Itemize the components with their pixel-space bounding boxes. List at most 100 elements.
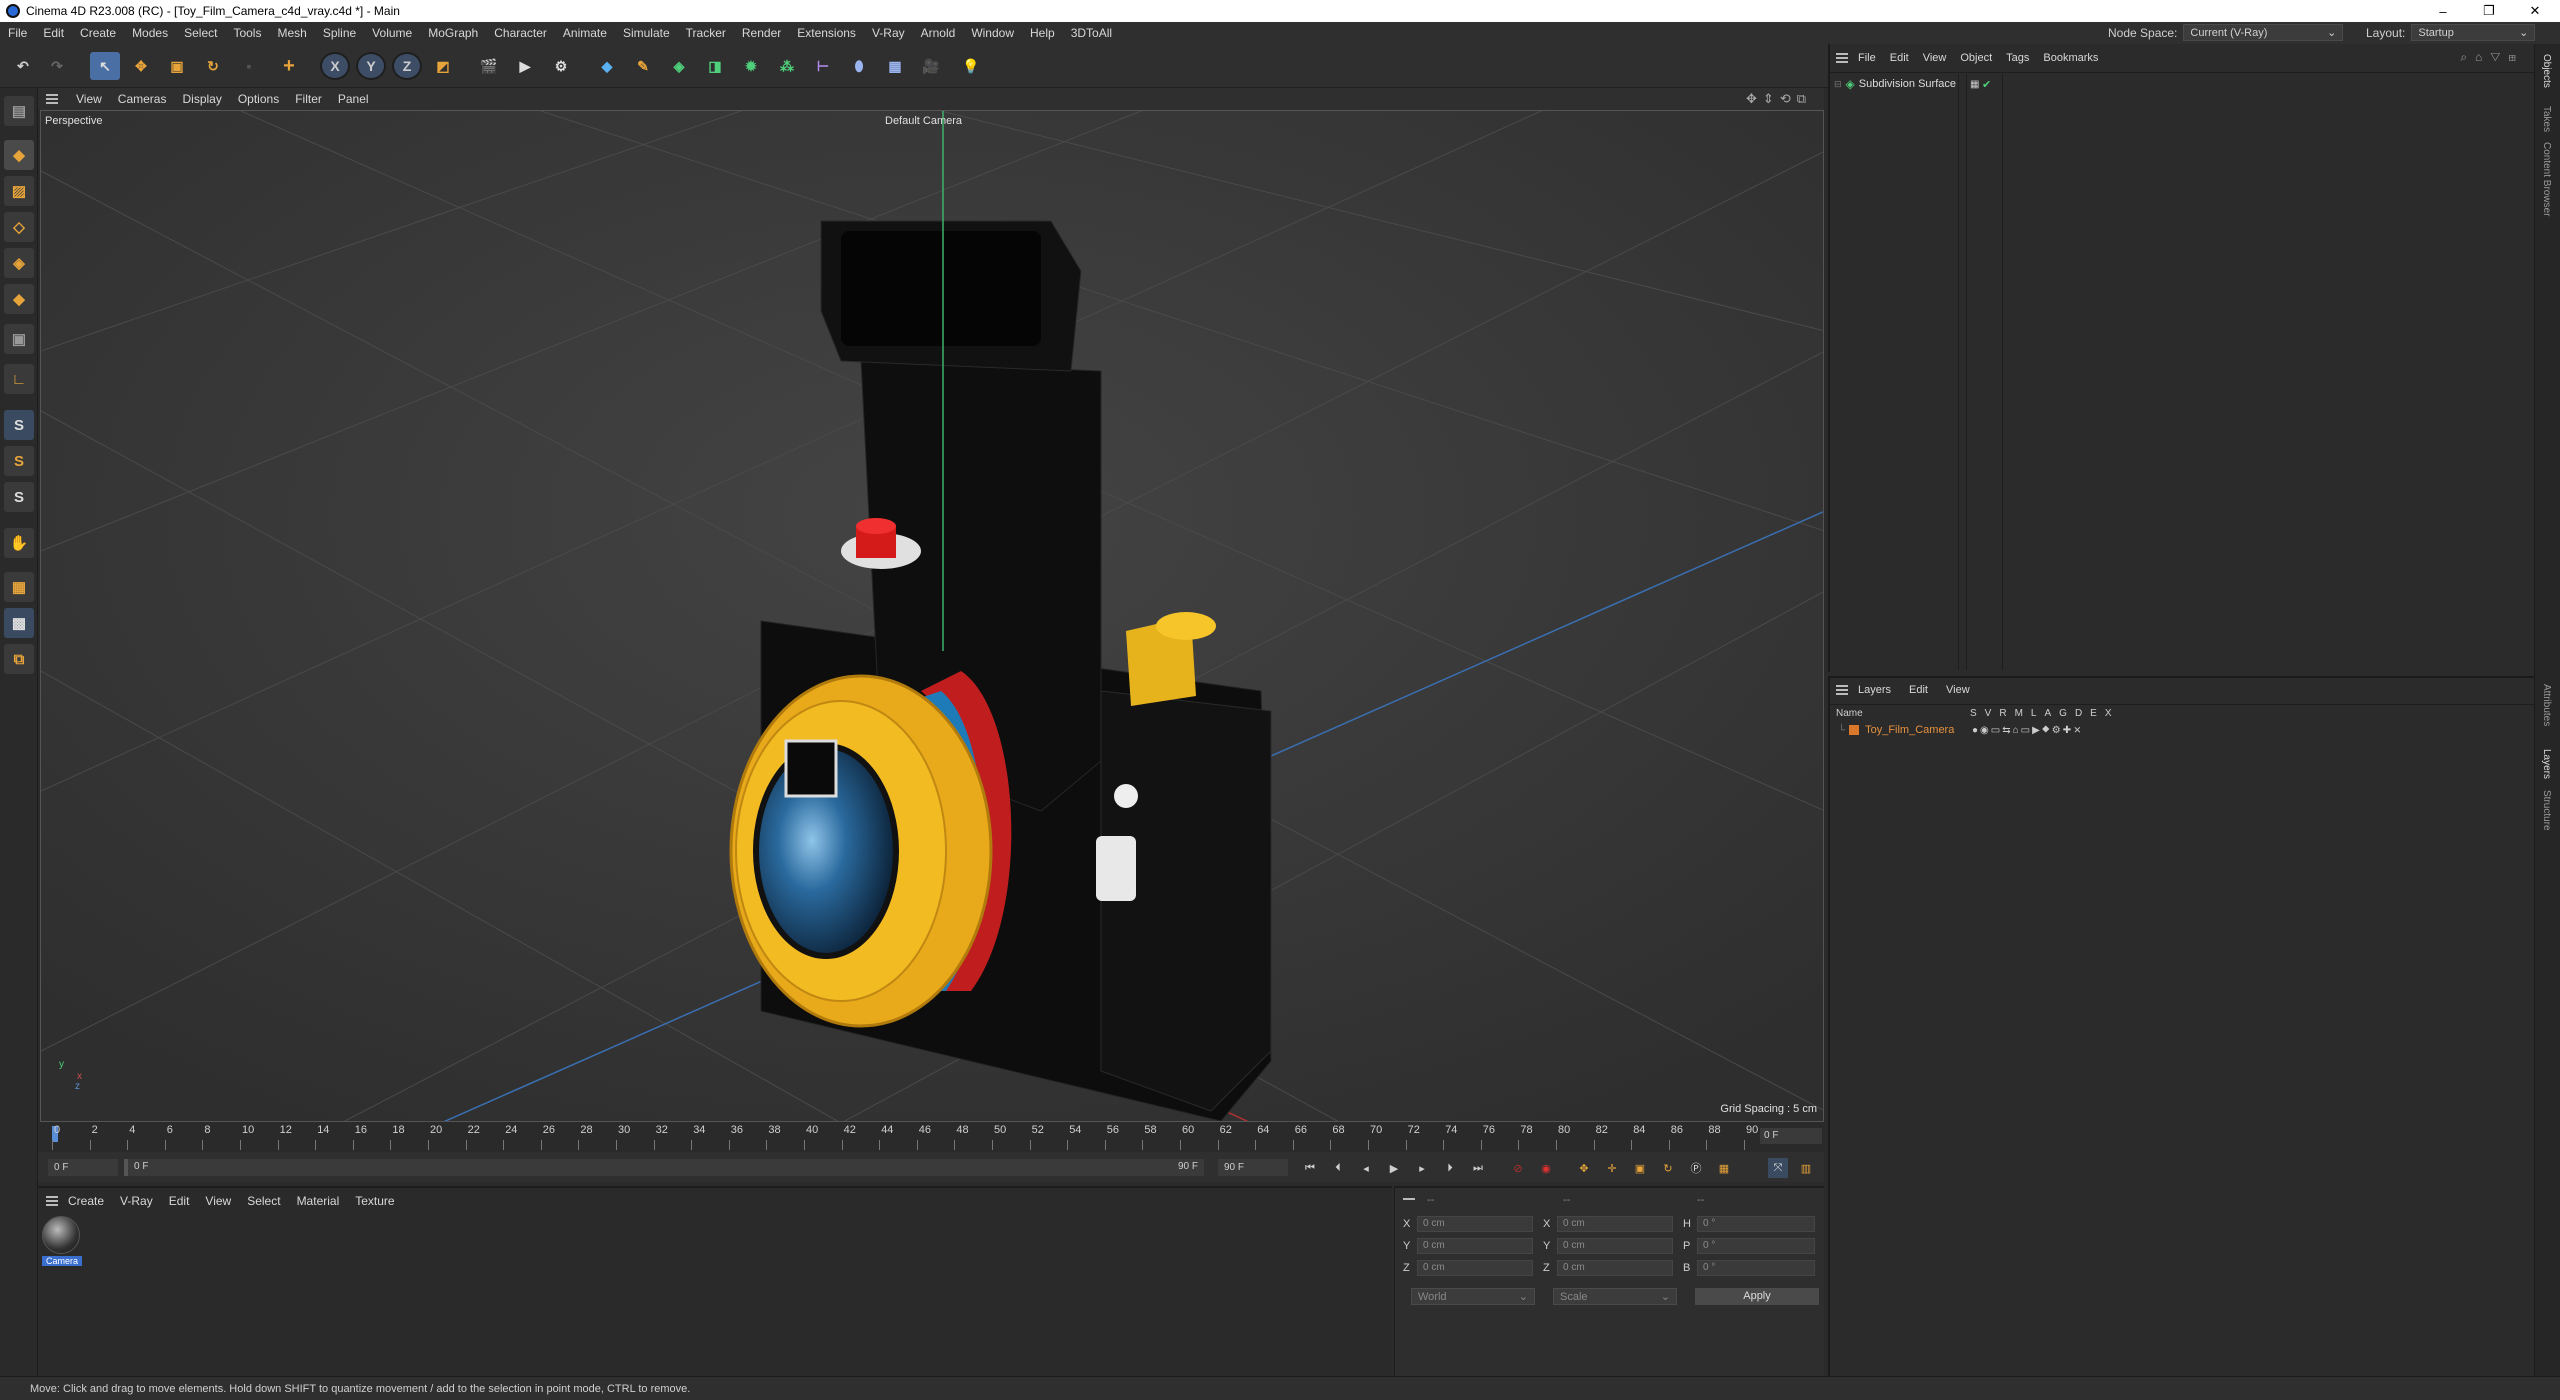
minimize-button[interactable]: – (2420, 0, 2466, 22)
workplane-grid-icon[interactable]: ▩ (4, 608, 34, 638)
frame-range-slider[interactable]: 0 F 90 F (124, 1159, 1204, 1176)
3d-viewport[interactable]: Perspective Default Camera Grid Spacing … (40, 110, 1824, 1122)
snap-toggle-button[interactable]: S (4, 410, 34, 440)
rot-b-field[interactable]: 0 ° (1697, 1260, 1815, 1276)
workplane-icon[interactable]: ∟ (4, 364, 34, 394)
snap-settings-button[interactable]: S (4, 446, 34, 476)
key-pla-icon[interactable]: ▦ (1714, 1158, 1734, 1178)
tab-objects[interactable]: Objects (2541, 54, 2552, 88)
add-null-icon[interactable]: + (274, 52, 304, 80)
size-x-field[interactable]: 0 cm (1557, 1216, 1673, 1232)
viewport-menu-display[interactable]: Display (174, 92, 229, 106)
node-space-dropdown[interactable]: Current (V-Ray) ⌄ (2183, 24, 2344, 41)
layer-row-toy-film-camera[interactable]: └ Toy_Film_Camera ●◉▭⇆⌂▭▶⯁⚙✚⨯ (1830, 722, 2534, 738)
menu-window[interactable]: Window (963, 26, 1022, 40)
record-off-icon[interactable]: ⊘ (1508, 1158, 1528, 1178)
tab-attributes[interactable]: Attributes (2541, 684, 2552, 726)
pos-x-field[interactable]: 0 cm (1417, 1216, 1533, 1232)
tab-structure[interactable]: Structure (2541, 790, 2552, 831)
menu-tracker[interactable]: Tracker (678, 26, 734, 40)
coordinate-space-dropdown[interactable]: World ⌄ (1411, 1288, 1535, 1305)
material-menu-create[interactable]: Create (68, 1194, 104, 1208)
menu-create[interactable]: Create (72, 26, 124, 40)
layer-menu-edit[interactable]: Edit (1909, 684, 1928, 696)
x-axis-lock-button[interactable]: X (320, 52, 350, 80)
autokey-icon[interactable]: ◉ (1536, 1158, 1556, 1178)
points-mode-icon[interactable]: ◇ (4, 212, 34, 242)
tab-takes[interactable]: Takes (2541, 106, 2552, 132)
layer-menu-layers[interactable]: Layers (1858, 684, 1891, 696)
edges-mode-icon[interactable]: ◈ (4, 248, 34, 278)
select-tool-icon[interactable]: ↖ (90, 52, 120, 80)
end-frame-field[interactable]: 90 F (1218, 1159, 1288, 1176)
viewport-menu-filter[interactable]: Filter (287, 92, 330, 106)
viewport-menu-view[interactable]: View (68, 92, 110, 106)
menu-simulate[interactable]: Simulate (615, 26, 678, 40)
spline-pen-icon[interactable]: ✎ (628, 52, 658, 80)
play-icon[interactable]: ▶ (1384, 1158, 1404, 1178)
recent-tool-icon[interactable]: ▪ (234, 52, 264, 80)
solo-button[interactable]: S (4, 482, 34, 512)
material-menu-texture[interactable]: Texture (355, 1194, 394, 1208)
viewport-navigation-icons[interactable]: ✥⇕⟲⧉ (1746, 91, 1812, 107)
deformer-icon[interactable]: ⊢ (808, 52, 838, 80)
object-menu-view[interactable]: View (1923, 52, 1947, 64)
apply-button[interactable]: Apply (1695, 1288, 1819, 1305)
cube-primitive-icon[interactable]: ◆ (592, 52, 622, 80)
menu-extensions[interactable]: Extensions (789, 26, 864, 40)
pos-z-field[interactable]: 0 cm (1417, 1260, 1533, 1276)
menu-arnold[interactable]: Arnold (913, 26, 964, 40)
menu-volume[interactable]: Volume (364, 26, 420, 40)
rotate-tool-icon[interactable]: ↻ (198, 52, 228, 80)
go-to-start-icon[interactable]: ⏮ (1300, 1158, 1320, 1178)
make-editable-icon[interactable]: ▤ (4, 96, 34, 126)
undo-icon[interactable]: ↶ (8, 52, 38, 80)
lock-workplane-icon[interactable]: ⧉ (4, 644, 34, 674)
enabled-check-icon[interactable]: ✔ (1982, 78, 1991, 91)
key-move-icon[interactable]: ✛ (1602, 1158, 1622, 1178)
layer-menu-view[interactable]: View (1946, 684, 1970, 696)
object-menu-edit[interactable]: Edit (1890, 52, 1909, 64)
menu-edit[interactable]: Edit (35, 26, 72, 40)
object-menu-file[interactable]: File (1858, 52, 1876, 64)
key-param-icon[interactable]: Ⓟ (1686, 1158, 1706, 1178)
grid-icon[interactable]: ▦ (4, 572, 34, 602)
key-rotate-icon[interactable]: ↻ (1658, 1158, 1678, 1178)
floor-icon[interactable]: ▦ (880, 52, 910, 80)
redo-icon[interactable]: ↷ (42, 52, 72, 80)
layer-name[interactable]: Toy_Film_Camera (1865, 724, 1954, 736)
object-name[interactable]: Subdivision Surface (1859, 78, 1956, 90)
close-button[interactable]: ✕ (2512, 0, 2558, 22)
render-settings-icon[interactable]: ⚙ (546, 52, 576, 80)
next-key-icon[interactable]: ⏵ (1440, 1158, 1460, 1178)
viewport-menu-options[interactable]: Options (230, 92, 287, 106)
render-region-icon[interactable]: 🎬 (474, 52, 504, 80)
layer-color-swatch[interactable] (1849, 725, 1860, 735)
visibility-toggle-icon[interactable]: ▦ (1970, 79, 1979, 90)
start-frame-field[interactable]: 0 F (48, 1159, 118, 1176)
hamburger-icon[interactable] (46, 94, 58, 104)
light-icon[interactable]: 💡 (956, 52, 986, 80)
menu-spline[interactable]: Spline (315, 26, 364, 40)
object-menu-object[interactable]: Object (1960, 52, 1992, 64)
mograph-icon[interactable]: ⁂ (772, 52, 802, 80)
material-menu-material[interactable]: Material (297, 1194, 340, 1208)
texture-mode-icon[interactable]: ▨ (4, 176, 34, 206)
coordinate-system-icon[interactable]: ◩ (428, 52, 458, 80)
previous-key-icon[interactable]: ⏴ (1328, 1158, 1348, 1178)
size-y-field[interactable]: 0 cm (1557, 1238, 1673, 1254)
model-mode-icon[interactable]: ◆ (4, 140, 34, 170)
tab-content-browser[interactable]: Content Browser (2541, 142, 2552, 216)
cloner-icon[interactable]: ✹ (736, 52, 766, 80)
y-axis-lock-button[interactable]: Y (356, 52, 386, 80)
uv-mode-icon[interactable]: ▣ (4, 324, 34, 354)
current-frame-field[interactable]: 0 F (1760, 1128, 1822, 1144)
sculpt-brush-icon[interactable]: ✋ (4, 528, 34, 558)
menu-mesh[interactable]: Mesh (269, 26, 314, 40)
object-menu-bookmarks[interactable]: Bookmarks (2043, 52, 2098, 64)
next-frame-icon[interactable]: ▸ (1412, 1158, 1432, 1178)
camera-icon[interactable]: 🎥 (916, 52, 946, 80)
rot-h-field[interactable]: 0 ° (1697, 1216, 1815, 1232)
viewport-camera-name[interactable]: Default Camera (885, 115, 962, 127)
motion-mode-icon[interactable]: ⤧ (1768, 1158, 1788, 1178)
